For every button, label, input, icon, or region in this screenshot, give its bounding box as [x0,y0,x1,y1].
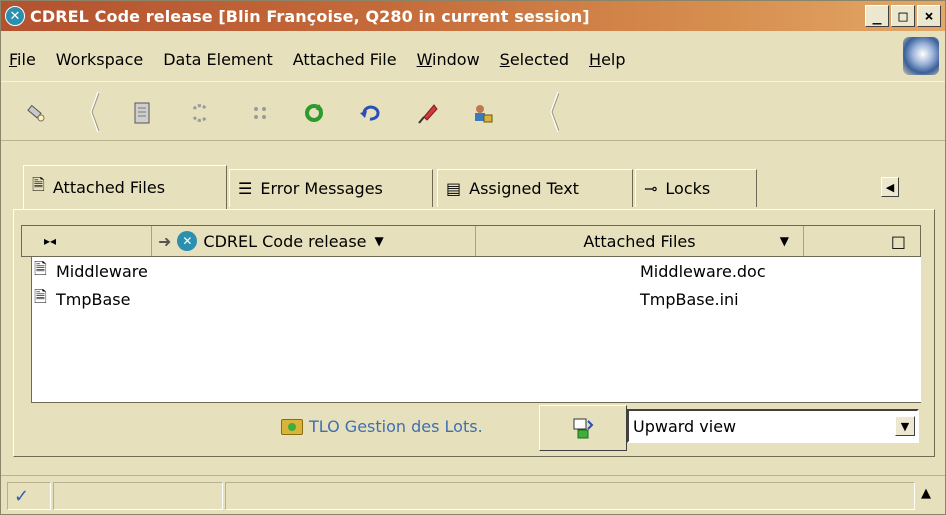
menu-bar: File Workspace Data Element Attached Fil… [1,37,945,75]
minimize-icon: _ [872,6,882,25]
checkmark-icon: ✓ [7,482,51,510]
column-header-element[interactable]: ➜ ✕ CDREL Code release ▼ [152,226,476,256]
maximize-button[interactable]: □ [891,5,915,27]
tab-label: Locks [665,179,711,198]
x-circle-icon: ✕ [177,231,198,251]
chevron-down-icon: ▼ [779,234,789,248]
refresh-disabled-icon[interactable] [187,100,213,126]
app-logo [903,37,939,75]
document-icon: 🗎 [32,175,45,194]
column-header-attached-files[interactable]: Attached Files ▼ [476,226,804,256]
tab-strip: 🗎 Attached Files ☰ Error Messages ▤ Assi… [1,165,945,211]
menu-attached-file[interactable]: Attached File [293,50,397,69]
chevron-down-icon: ▼ [374,234,384,248]
close-button[interactable]: × [917,5,941,27]
column-label: CDREL Code release [203,231,367,251]
tlo-label: TLO Gestion des Lots. [309,417,483,436]
flashlight-icon[interactable] [23,100,49,126]
tlo-link[interactable]: TLO Gestion des Lots. [281,417,483,436]
menu-selected[interactable]: Selected [500,50,569,69]
row-file: Middleware.doc [640,261,766,281]
folder-icon [281,418,303,435]
view-select[interactable]: Upward view ▼ [627,409,919,443]
status-bar: ✓ ▲ [1,475,945,515]
column-label: Attached Files [583,231,696,251]
chevron-down-icon[interactable]: ▼ [895,416,915,436]
title-bar[interactable]: ✕ CDREL Code release [Blin Françoise, Q2… [1,1,945,31]
close-icon: × [924,6,934,25]
column-chooser-button[interactable]: □ [804,226,920,256]
minimize-button[interactable]: _ [865,5,889,27]
tab-locks[interactable]: ⊸ Locks [635,169,757,207]
window-title: CDREL Code release [Blin Françoise, Q280… [30,6,590,26]
document-grey-icon: ▤ [446,179,462,198]
status-field [53,482,223,510]
row-file: TmpBase.ini [640,289,739,309]
document-icon[interactable] [129,100,155,126]
menu-help[interactable]: Help [589,50,625,69]
sync-disabled-icon[interactable] [247,100,273,126]
pin-icon[interactable] [415,100,441,126]
square-icon: □ [890,231,906,251]
row-name: TmpBase [56,289,131,309]
expand-icon: ▸◂ [44,234,57,248]
document-icon: 🗎 [34,286,47,306]
arrow-right-icon: ➜ [158,231,172,251]
toolbar-separator-end [549,90,560,134]
menu-file[interactable]: File [9,50,36,69]
view-toggle-button[interactable] [539,405,627,451]
tab-label: Error Messages [260,179,383,198]
menu-workspace[interactable]: Workspace [56,50,143,69]
tab-attached-files[interactable]: 🗎 Attached Files [23,165,227,209]
status-check-glyph: ✓ [14,485,30,507]
expand-collapse-button[interactable]: ▸◂ [22,226,152,256]
tab-scroll-left-button[interactable]: ◀ [881,177,899,197]
view-select-value: Upward view [633,416,737,436]
context-footer: TLO Gestion des Lots. Upward view ▼ [31,402,921,452]
tab-assigned-text[interactable]: ▤ Assigned Text [437,169,633,207]
status-message [225,482,915,510]
tab-label: Attached Files [52,178,166,197]
menu-data-element[interactable]: Data Element [163,50,273,69]
row-name: Middleware [56,261,148,281]
toolbar-separator [89,90,100,134]
view-switch-icon [573,418,594,439]
undo-icon[interactable] [357,100,383,126]
attached-files-list: 🗎 Middleware Middleware.doc 🗎 TmpBase Tm… [31,257,921,402]
app-window: ✕ CDREL Code release [Blin Françoise, Q2… [0,0,946,515]
menu-window[interactable]: Window [417,50,480,69]
tab-label: Assigned Text [469,179,579,198]
refresh-green-icon[interactable] [301,100,327,126]
x-circle-icon: ✕ [5,6,25,26]
triangle-up-icon[interactable]: ▲ [921,486,931,501]
triangle-left-icon: ◀ [885,180,895,194]
tab-error-messages[interactable]: ☰ Error Messages [229,169,433,207]
table-header: ▸◂ ➜ ✕ CDREL Code release ▼ Attached Fil… [21,225,921,257]
user-lock-icon[interactable] [469,100,495,126]
table-row[interactable]: 🗎 TmpBase TmpBase.ini [34,287,914,311]
window-controls: _ □ × [865,5,941,27]
key-icon: ⊸ [644,179,658,198]
table-row[interactable]: 🗎 Middleware Middleware.doc [34,259,914,283]
list-icon: ☰ [238,179,253,198]
toolbar [1,81,945,141]
maximize-icon: □ [898,6,908,25]
document-icon: 🗎 [34,258,47,278]
